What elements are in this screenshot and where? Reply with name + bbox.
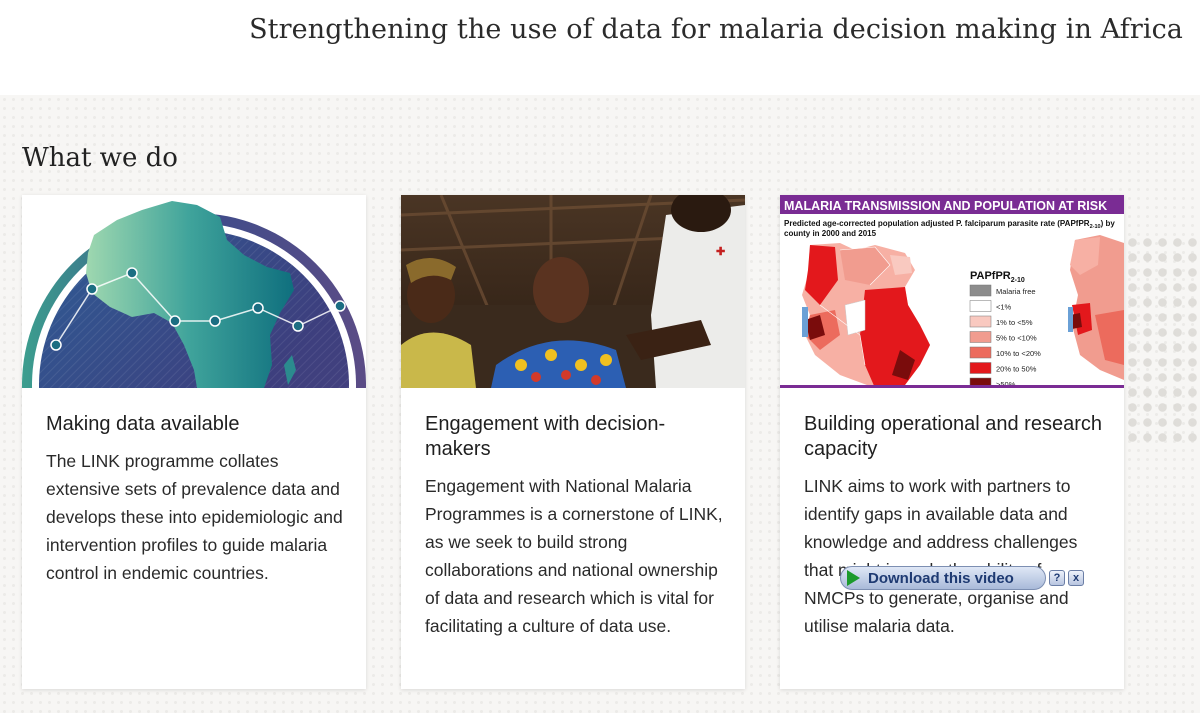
legend-label: Malaria free xyxy=(996,287,1036,296)
malaria-map-illustration: MALARIA TRANSMISSION AND POPULATION AT R… xyxy=(780,195,1124,388)
card-image-malaria-map: MALARIA TRANSMISSION AND POPULATION AT R… xyxy=(780,195,1124,388)
legend-label: 20% to 50% xyxy=(996,365,1037,374)
card-body: LINK aims to work with partners to ident… xyxy=(804,476,1078,636)
what-we-do-section: What we do Making data available The LIN… xyxy=(0,95,1200,713)
dots-decoration xyxy=(1125,235,1200,445)
play-icon xyxy=(847,570,860,586)
card-title[interactable]: Making data available xyxy=(46,412,346,437)
card-title[interactable]: Building operational and research capaci… xyxy=(804,412,1104,462)
site-tagline: Strengthening the use of data for malari… xyxy=(249,14,1183,45)
map-banner-text: MALARIA TRANSMISSION AND POPULATION AT R… xyxy=(784,199,1107,213)
map-subtitle-line2: county in 2000 and 2015 xyxy=(784,229,877,238)
card-title[interactable]: Engagement with decision-makers xyxy=(425,412,725,462)
legend-swatch xyxy=(969,362,992,374)
people-photo-illustration: ✚ xyxy=(401,195,745,388)
card-image-people-photo: ✚ xyxy=(401,195,745,388)
card-image-africa-map xyxy=(22,195,366,388)
card-making-data-available[interactable]: Making data available The LINK programme… xyxy=(22,195,366,689)
legend-swatch xyxy=(969,346,992,359)
legend-swatch xyxy=(969,284,992,297)
legend-swatch xyxy=(969,315,992,328)
card-body: The LINK programme collates extensive se… xyxy=(46,451,343,583)
legend-swatch xyxy=(969,300,992,312)
help-button[interactable]: ? xyxy=(1049,570,1065,586)
card-body: Engagement with National Malaria Program… xyxy=(425,476,723,636)
legend-label: 5% to <10% xyxy=(996,334,1037,343)
download-label: Download this video xyxy=(868,569,1014,587)
svg-text:✚: ✚ xyxy=(716,246,725,258)
legend-swatch xyxy=(969,331,992,343)
section-title: What we do xyxy=(22,143,178,173)
close-button[interactable]: x xyxy=(1068,570,1084,586)
legend-label: <1% xyxy=(996,303,1012,312)
download-video-button[interactable]: Download this video xyxy=(840,566,1046,590)
legend-label: 1% to <5% xyxy=(996,318,1033,327)
download-video-overlay: Download this video ? x xyxy=(840,564,1089,592)
legend-label: 10% to <20% xyxy=(996,349,1041,358)
site-header: Strengthening the use of data for malari… xyxy=(0,0,1200,95)
card-engagement-decision-makers[interactable]: ✚ Engagement with decision-makers Engage… xyxy=(401,195,745,689)
card-building-capacity[interactable]: MALARIA TRANSMISSION AND POPULATION AT R… xyxy=(780,195,1124,689)
africa-network-illustration xyxy=(22,195,366,388)
